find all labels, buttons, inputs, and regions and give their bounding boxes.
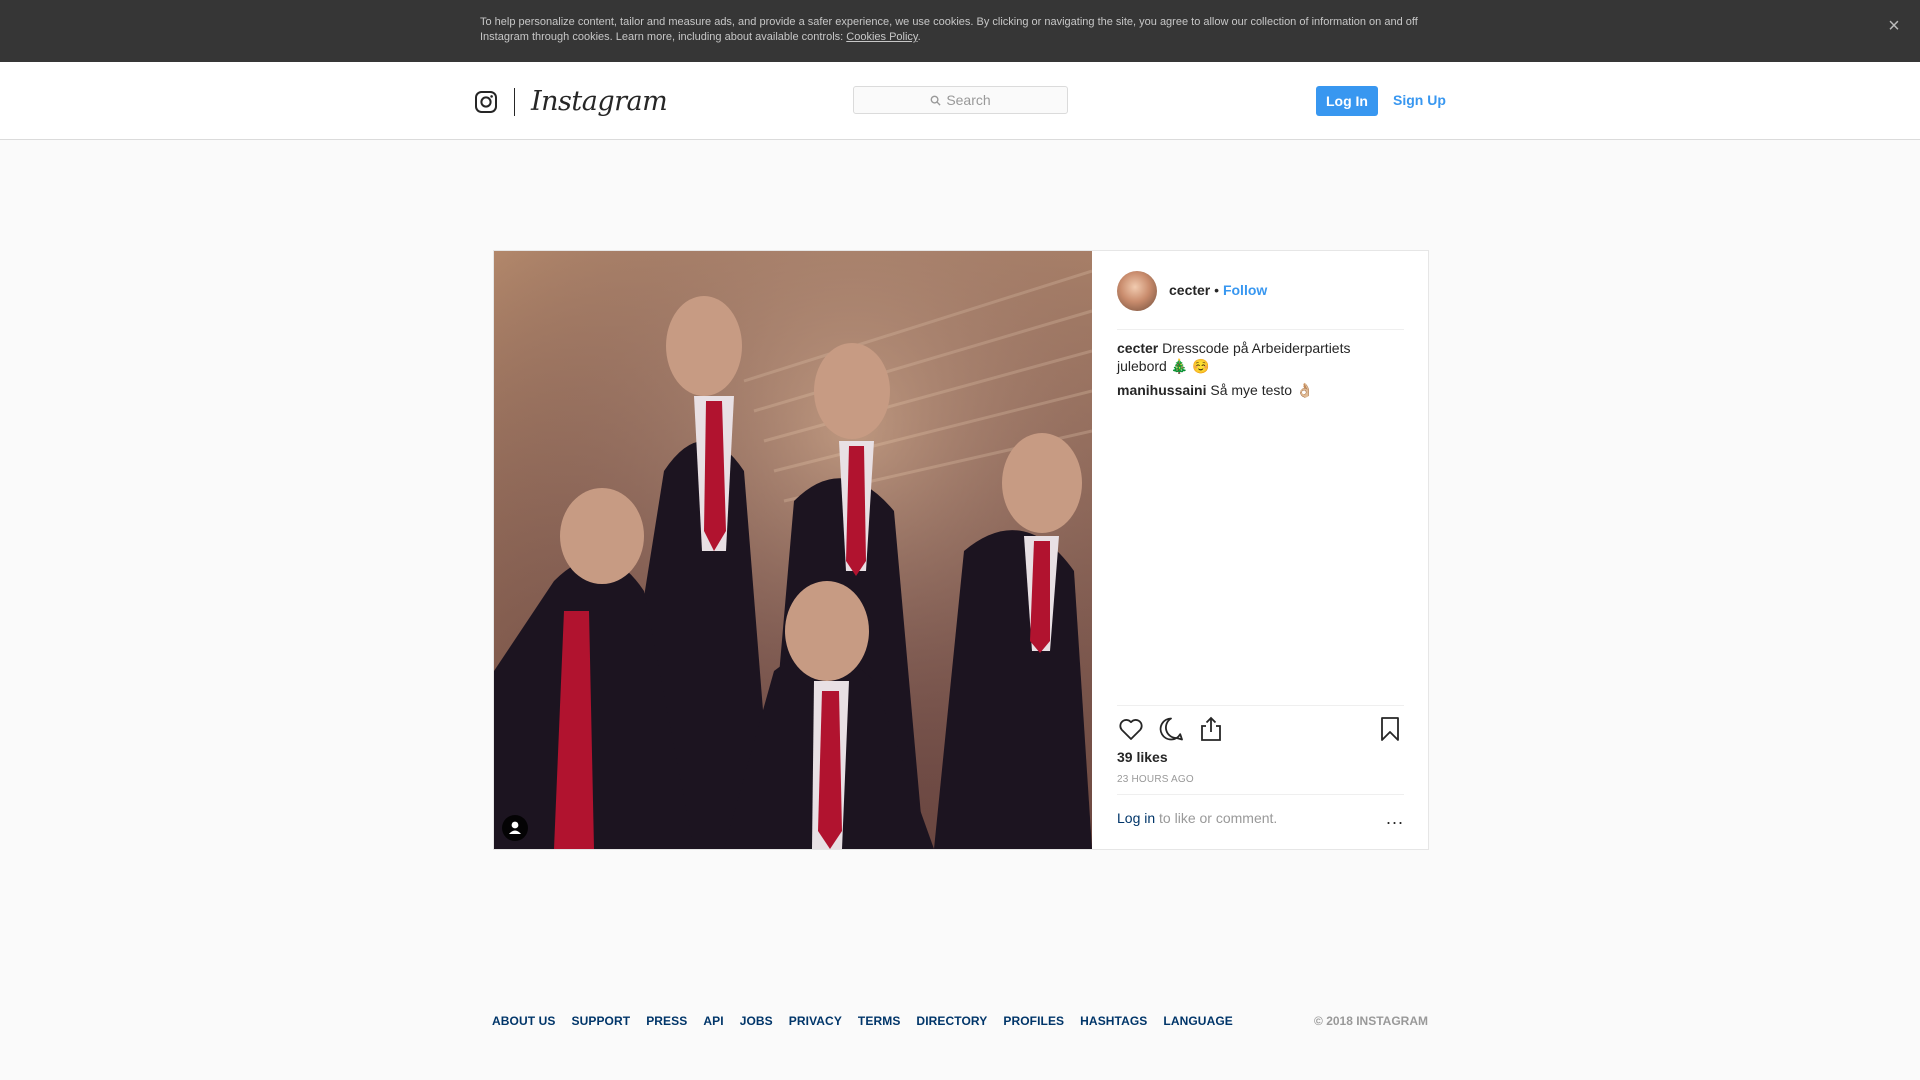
footer: ABOUT US SUPPORT PRESS API JOBS PRIVACY … [492, 1013, 1428, 1033]
post-header: cecter • Follow [1117, 251, 1404, 330]
footer-nav: ABOUT US SUPPORT PRESS API JOBS PRIVACY … [492, 1013, 1249, 1029]
comment-text: Så mye testo 👌🏼 [1210, 382, 1314, 398]
post-username[interactable]: cecter [1169, 282, 1210, 298]
login-prompt-text: to like or comment. [1155, 810, 1278, 826]
cookies-policy-link[interactable]: Cookies Policy [846, 31, 917, 43]
top-header: Instagram Search Log In Sign Up [0, 62, 1920, 140]
comment-item: cecter Dresscode på Arbeiderpartiets jul… [1117, 339, 1404, 375]
post-card: cecter • Follow cecter Dresscode på Arbe… [493, 250, 1429, 850]
more-options-button[interactable]: ... [1386, 809, 1404, 827]
cookie-banner: To help personalize content, tailor and … [0, 0, 1920, 62]
footer-link-about-us[interactable]: ABOUT US [492, 1013, 555, 1029]
footer-link-terms[interactable]: TERMS [858, 1013, 901, 1029]
like-count[interactable]: 39 likes [1117, 748, 1168, 766]
heart-icon[interactable] [1117, 715, 1145, 743]
bookmark-icon[interactable] [1376, 715, 1404, 743]
divider [1117, 794, 1404, 795]
footer-link-directory[interactable]: DIRECTORY [916, 1013, 987, 1029]
divider [1117, 705, 1404, 706]
footer-link-privacy[interactable]: PRIVACY [789, 1013, 842, 1029]
post-actions [1117, 713, 1404, 745]
copyright: © 2018 INSTAGRAM [1314, 1014, 1428, 1028]
share-icon[interactable] [1197, 715, 1225, 743]
post-timestamp[interactable]: 23 HOURS AGO [1117, 773, 1194, 787]
search-icon [930, 95, 941, 106]
instagram-glyph-icon [475, 91, 497, 113]
sign-up-link[interactable]: Sign Up [1393, 88, 1446, 112]
search-placeholder: Search [946, 92, 991, 108]
cookie-message: To help personalize content, tailor and … [480, 16, 1418, 43]
logo-divider [514, 88, 515, 116]
user-row: cecter • Follow [1169, 281, 1267, 299]
tagged-user-icon[interactable] [502, 815, 528, 841]
comment-username[interactable]: manihussaini [1117, 382, 1206, 398]
comment-icon[interactable] [1157, 715, 1185, 743]
footer-link-api[interactable]: API [703, 1013, 723, 1029]
search-input[interactable]: Search [853, 86, 1068, 114]
footer-link-language[interactable]: LANGUAGE [1163, 1013, 1232, 1029]
follow-button[interactable]: Follow [1223, 282, 1267, 298]
log-in-button[interactable]: Log In [1316, 86, 1378, 116]
footer-link-jobs[interactable]: JOBS [740, 1013, 773, 1029]
logo[interactable]: Instagram [474, 86, 668, 118]
instagram-wordmark: Instagram [531, 86, 668, 117]
photo-illustration [494, 251, 1092, 849]
post-sidebar: cecter • Follow cecter Dresscode på Arbe… [1093, 251, 1428, 849]
post-photo[interactable] [494, 251, 1092, 849]
cookie-text: To help personalize content, tailor and … [480, 16, 1418, 43]
comment-list: cecter Dresscode på Arbeiderpartiets jul… [1117, 339, 1404, 405]
close-icon[interactable]: × [1882, 14, 1906, 38]
log-in-link[interactable]: Log in [1117, 810, 1155, 826]
separator-dot: • [1214, 282, 1220, 298]
footer-link-hashtags[interactable]: HASHTAGS [1080, 1013, 1147, 1029]
comment-item: manihussaini Så mye testo 👌🏼 [1117, 381, 1404, 399]
footer-link-profiles[interactable]: PROFILES [1003, 1013, 1064, 1029]
footer-link-press[interactable]: PRESS [646, 1013, 687, 1029]
footer-link-support[interactable]: SUPPORT [571, 1013, 630, 1029]
avatar[interactable] [1117, 271, 1157, 311]
comment-username[interactable]: cecter [1117, 340, 1158, 356]
login-prompt: Log in to like or comment. [1117, 809, 1277, 827]
